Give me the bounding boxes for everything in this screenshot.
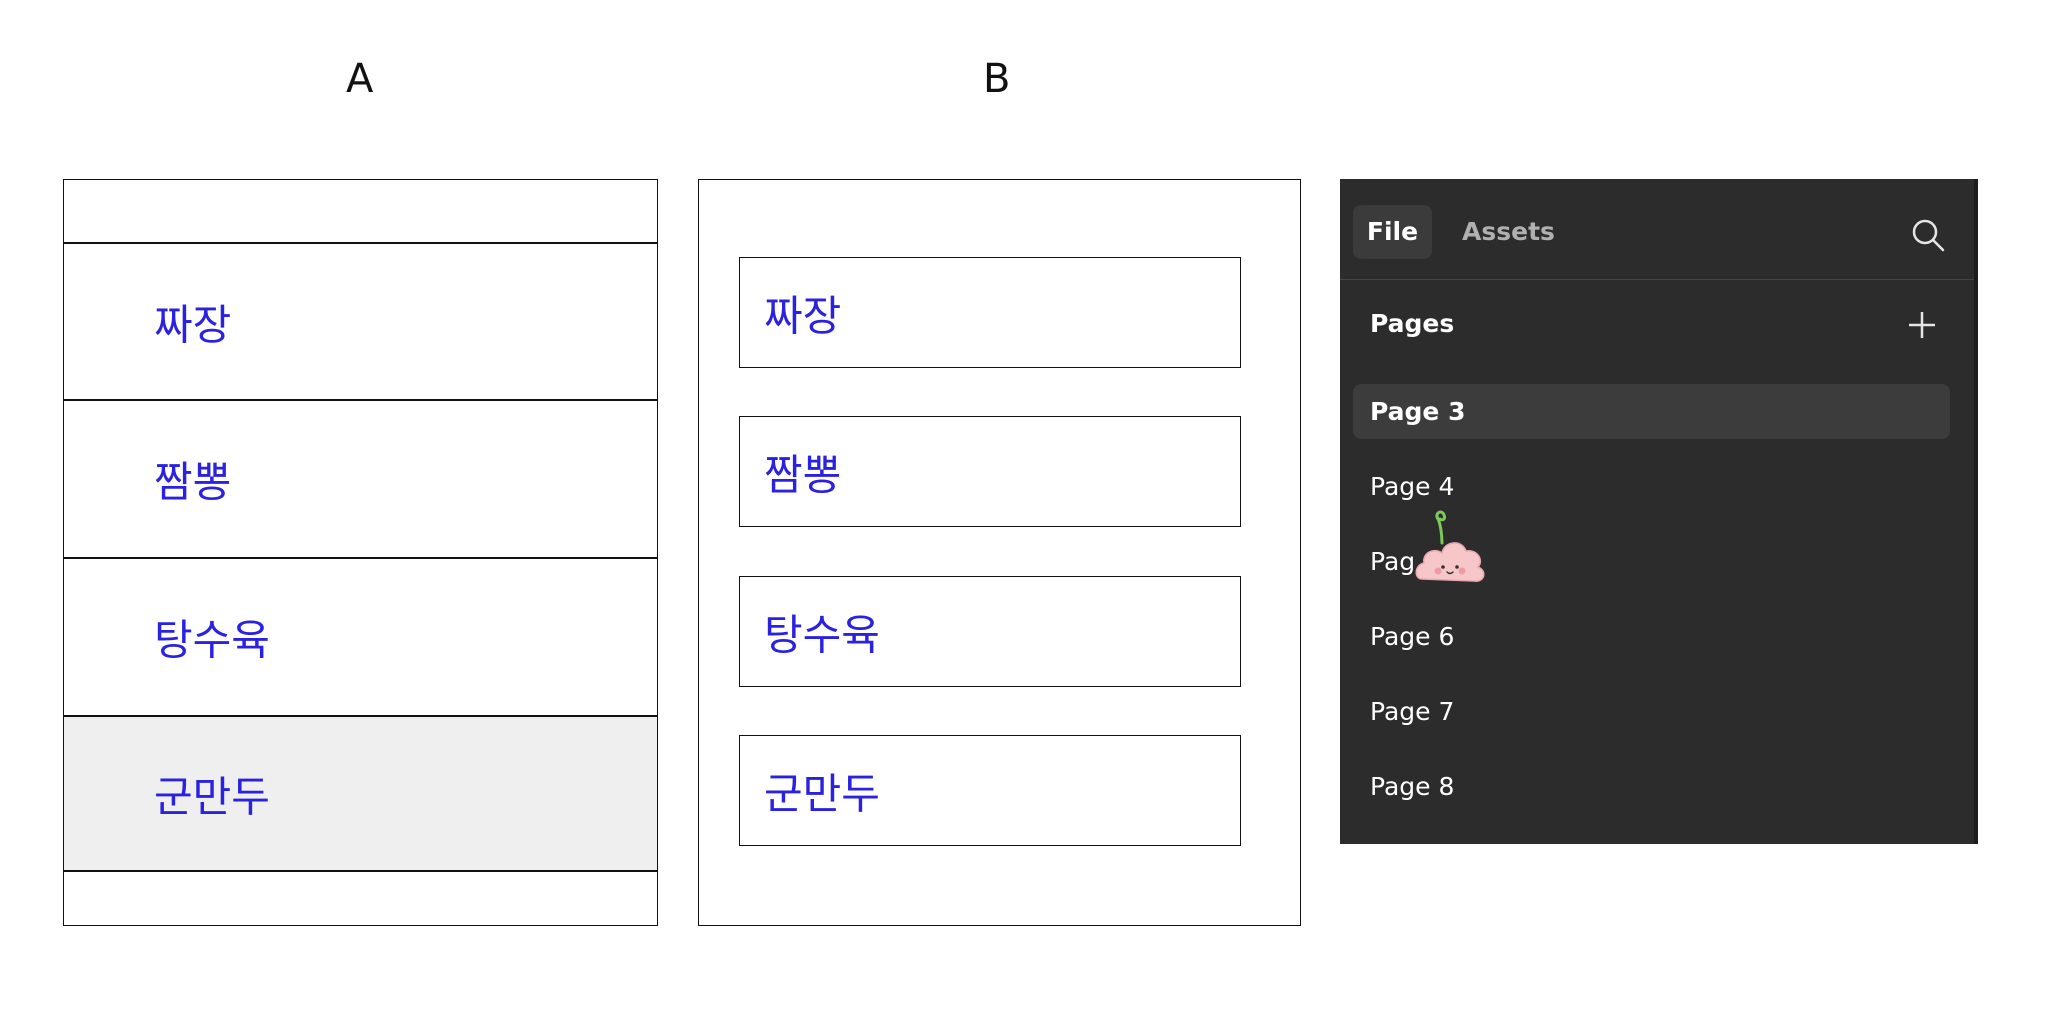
column-label-a: A: [346, 56, 374, 102]
list-card-label: 짜장: [764, 291, 842, 340]
tab-assets[interactable]: Assets: [1462, 205, 1555, 259]
page-item[interactable]: Page 6: [1353, 609, 1950, 664]
list-card-label: 탕수육: [764, 610, 880, 659]
list-card[interactable]: 짬뽕: [739, 416, 1241, 527]
list-panel-b: 짜장 짬뽕 탕수육 군만두: [698, 179, 1301, 926]
column-label-b: B: [983, 56, 1011, 102]
list-row-label: 짬뽕: [154, 457, 232, 507]
sidebar-tab-bar: File Assets: [1340, 179, 1974, 280]
search-icon[interactable]: [1910, 217, 1946, 253]
page-item[interactable]: Page 8: [1353, 759, 1950, 814]
list-row[interactable]: 탕수육: [64, 557, 657, 715]
list-row-label: 짜장: [154, 300, 232, 349]
list-row-label: 탕수육: [154, 615, 270, 665]
list-row[interactable]: 짜장: [64, 242, 657, 399]
list-row[interactable]: 짬뽕: [64, 399, 657, 557]
plus-icon[interactable]: [1906, 309, 1938, 341]
list-card[interactable]: 짜장: [739, 257, 1241, 368]
list-card-label: 짬뽕: [764, 450, 842, 499]
page-item[interactable]: Page 7: [1353, 684, 1950, 739]
list-card[interactable]: 탕수육: [739, 576, 1241, 687]
pages-sidebar: File Assets Pages Page 3 Page 4 Pag Page…: [1340, 179, 1978, 844]
list-card[interactable]: 군만두: [739, 735, 1241, 846]
page-item[interactable]: Page 4: [1353, 459, 1950, 514]
cloud-mascot-icon: [1415, 510, 1485, 582]
list-card-label: 군만두: [764, 769, 880, 818]
list-panel-a: 짜장 짬뽕 탕수육 군만두: [63, 179, 658, 926]
list-row-label: 군만두: [154, 772, 270, 821]
pages-section-title: Pages: [1370, 309, 1455, 338]
page-item-selected[interactable]: Page 3: [1353, 384, 1950, 439]
tab-file[interactable]: File: [1353, 205, 1432, 259]
list-row-selected[interactable]: 군만두: [64, 715, 657, 872]
